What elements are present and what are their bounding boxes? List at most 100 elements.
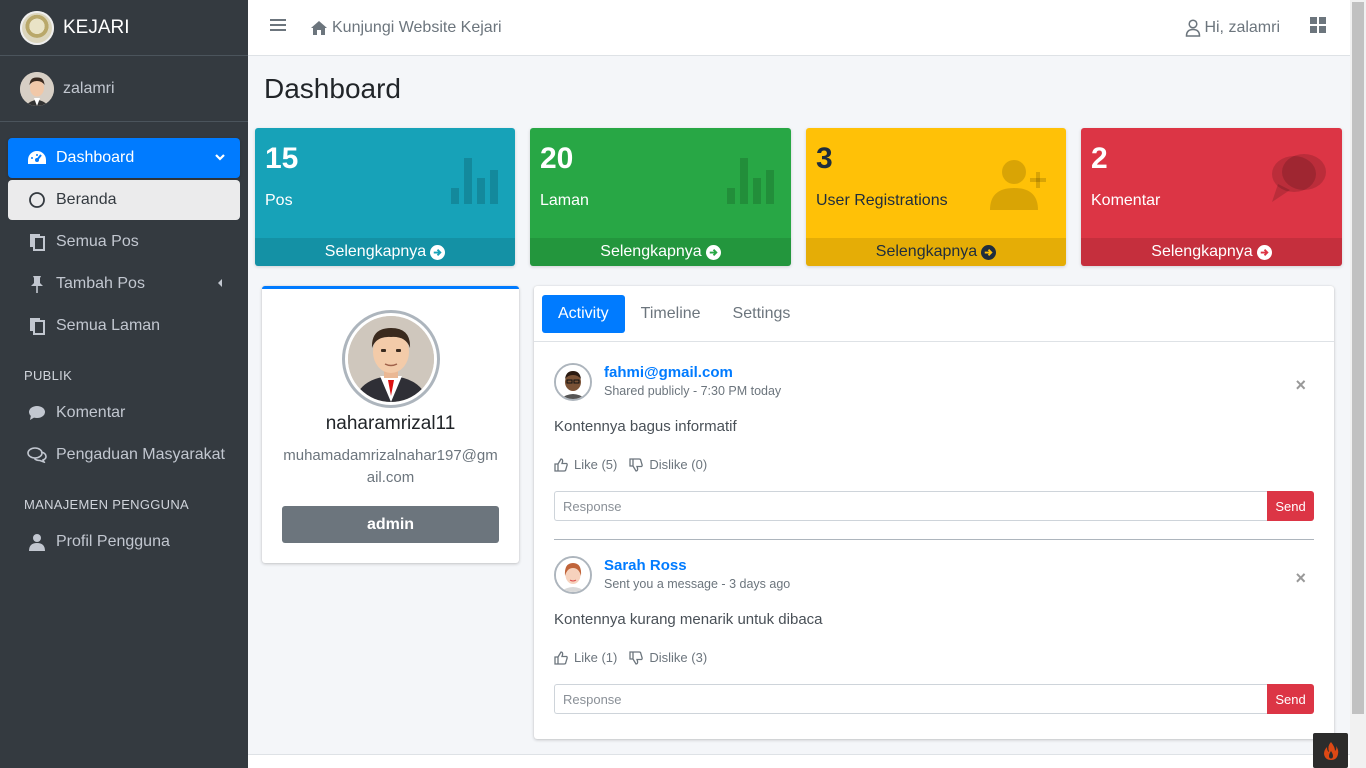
fire-icon[interactable] — [1313, 733, 1348, 768]
sidebar-item-dashboard[interactable]: Dashboard — [8, 138, 240, 178]
sidebar-item-semua-pos[interactable]: Semua Pos — [8, 222, 240, 262]
like-button[interactable]: Like (5) — [554, 457, 617, 472]
profile-avatar — [341, 310, 440, 408]
activity-post: Sarah Ross Sent you a message - 3 days a… — [554, 556, 1314, 716]
dislike-button[interactable]: Dislike (3) — [629, 650, 707, 665]
post-text: Kontennya kurang menarik untuk dibaca — [554, 611, 823, 628]
more-info-link[interactable]: Selengkapnya — [530, 238, 791, 266]
chevron-down-icon — [214, 150, 226, 168]
sidebar-item-pengaduan[interactable]: Pengaduan Masyarakat — [8, 435, 240, 475]
user-icon — [26, 533, 48, 551]
tachometer-icon — [26, 149, 48, 167]
post-meta: Sent you a message - 3 days ago — [604, 577, 791, 591]
close-icon[interactable]: × — [1295, 568, 1306, 589]
sidebar-item-label: Dashboard — [56, 149, 135, 166]
more-info-label: Selengkapnya — [600, 243, 702, 260]
more-info-label: Selengkapnya — [1151, 243, 1253, 260]
stat-label: Laman — [540, 192, 589, 209]
user-plus-icon — [990, 158, 1052, 215]
comments-icon — [1270, 150, 1328, 211]
arrow-circle-right-icon — [981, 244, 997, 260]
arrow-circle-right-icon — [430, 244, 446, 260]
post-meta: Shared publicly - 7:30 PM today — [604, 384, 782, 398]
post-actions: Like (5) Dislike (0) — [554, 457, 719, 472]
stat-label: Komentar — [1091, 192, 1161, 209]
close-icon[interactable]: × — [1295, 375, 1306, 396]
sidebar-item-label: Profil Pengguna — [56, 533, 170, 550]
arrow-circle-right-icon — [705, 244, 721, 260]
greeting-label: Hi, zalamri — [1204, 18, 1280, 36]
topbar: Kunjungi Website Kejari Hi, zalamri — [248, 0, 1350, 56]
user-panel[interactable]: zalamri — [0, 56, 248, 122]
stat-box-registrations: 3 User Registrations Selengkapnya — [806, 128, 1066, 266]
sidebar-item-profil[interactable]: Profil Pengguna — [8, 522, 240, 562]
send-button[interactable]: Send — [1267, 491, 1314, 521]
sidebar-item-tambah-pos[interactable]: Tambah Pos — [8, 264, 240, 304]
thumbtack-icon — [26, 275, 48, 293]
profile-email: muhamadamrizalnahar197@gmail.com — [283, 447, 498, 486]
post-username[interactable]: Sarah Ross — [604, 557, 687, 574]
stat-value: 3 — [816, 142, 833, 175]
dislike-button[interactable]: Dislike (0) — [629, 457, 707, 472]
thumbs-down-icon — [629, 650, 644, 665]
post-divider — [554, 539, 1314, 540]
more-info-label: Selengkapnya — [324, 243, 427, 260]
dislike-label: Dislike (3) — [649, 650, 708, 665]
thumbs-down-icon — [629, 457, 644, 472]
chevron-left-icon — [214, 276, 226, 294]
thumbs-up-icon — [554, 457, 568, 472]
sidebar-item-beranda[interactable]: Beranda — [8, 180, 240, 220]
post-avatar — [554, 363, 592, 401]
stat-box-komentar: 2 Komentar Selengkapnya — [1081, 128, 1342, 266]
circle-icon — [26, 191, 48, 209]
user-menu[interactable]: Hi, zalamri — [1185, 19, 1280, 37]
post-actions: Like (1) Dislike (3) — [554, 650, 719, 665]
arrow-circle-right-icon — [1256, 244, 1272, 260]
copy-icon — [26, 233, 48, 251]
main-content: Dashboard 15 Pos Selengkapnya 20 Laman S… — [248, 56, 1350, 768]
bar-chart-icon — [451, 158, 501, 209]
home-icon — [311, 20, 327, 35]
sidebar-item-komentar[interactable]: Komentar — [8, 393, 240, 433]
visit-website-link[interactable]: Kunjungi Website Kejari — [310, 19, 502, 37]
tab-timeline[interactable]: Timeline — [625, 295, 717, 333]
sidebar: KEJARI zalamri Dashboard Beranda Semua P… — [0, 0, 248, 768]
more-info-link[interactable]: Selengkapnya — [1081, 238, 1342, 266]
bar-chart-icon — [727, 158, 777, 209]
sidebar-item-label: Tambah Pos — [56, 275, 145, 292]
activity-card: Activity Timeline Settings fahmi@gmail.c… — [534, 286, 1334, 739]
sidebar-username: zalamri — [63, 79, 115, 97]
dislike-label: Dislike (0) — [649, 457, 708, 472]
scrollbar[interactable] — [1350, 0, 1366, 768]
response-input[interactable] — [554, 684, 1267, 714]
response-input[interactable] — [554, 491, 1267, 521]
stat-value: 20 — [540, 142, 574, 175]
thumbs-up-icon — [554, 650, 568, 665]
sidebar-item-semua-laman[interactable]: Semua Laman — [8, 306, 240, 346]
brand-link[interactable]: KEJARI — [0, 0, 248, 56]
like-button[interactable]: Like (1) — [554, 650, 617, 665]
sidebar-item-label: Komentar — [56, 404, 126, 421]
tab-settings[interactable]: Settings — [717, 295, 807, 333]
topbar-right: Hi, zalamri — [1185, 17, 1350, 38]
stat-label: Pos — [265, 192, 293, 209]
more-info-link[interactable]: Selengkapnya — [255, 238, 515, 266]
tab-activity[interactable]: Activity — [542, 294, 625, 333]
profile-card: naharamrizal11 muhamadamrizalnahar197@gm… — [262, 286, 519, 563]
sidebar-item-label: Semua Laman — [56, 317, 161, 334]
page-footer — [248, 754, 1350, 768]
user-outline-icon — [1186, 18, 1201, 37]
grid-apps-icon[interactable] — [1310, 17, 1326, 38]
visit-website-label: Kunjungi Website Kejari — [332, 18, 502, 36]
stat-label: User Registrations — [816, 192, 948, 209]
hamburger-menu-icon[interactable] — [270, 18, 286, 37]
post-username[interactable]: fahmi@gmail.com — [604, 364, 733, 381]
more-info-link[interactable]: Selengkapnya — [806, 238, 1066, 266]
nav-header-manajemen: MANAJEMEN PENGGUNA — [24, 497, 190, 512]
send-button[interactable]: Send — [1267, 684, 1314, 714]
role-button[interactable]: admin — [282, 506, 499, 543]
scrollbar-thumb[interactable] — [1352, 2, 1364, 714]
comments-icon — [26, 446, 48, 464]
response-form: Send — [554, 491, 1314, 521]
activity-post: fahmi@gmail.com Shared publicly - 7:30 P… — [554, 363, 1314, 523]
